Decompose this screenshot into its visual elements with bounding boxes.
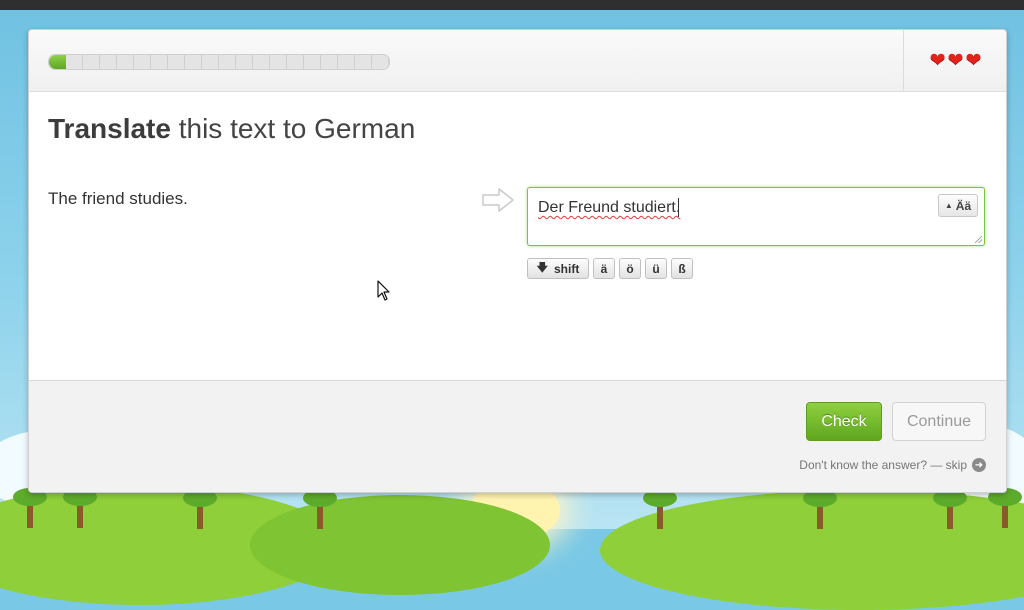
answer-text[interactable]: Der Freund studiert. [538,199,680,217]
special-char-key[interactable]: ö [619,258,641,279]
skip-text[interactable]: Don't know the answer? — skip [799,458,967,472]
lives-indicator: ❤ ❤ ❤ [903,30,1006,91]
progress-fill [49,55,66,69]
lesson-card: ❤ ❤ ❤ Translate this text to German The fr… [28,29,1007,493]
progress-segment [219,55,236,69]
progress-segment [287,55,304,69]
special-char-key[interactable]: ä [593,258,615,279]
progress-segment [185,55,202,69]
text-caret [678,198,679,217]
lesson-progress-bar [48,54,390,70]
lesson-footer: Check Continue Don't know the answer? — … [29,380,1006,492]
progress-segment [66,55,83,69]
progress-segment [83,55,100,69]
lesson-header: ❤ ❤ ❤ [29,30,1006,92]
progress-segment [134,55,151,69]
shift-key[interactable]: 🡇 shift [527,258,589,279]
progress-segment [338,55,355,69]
arrow-down-icon: 🡇 [536,262,548,274]
mouse-pointer-icon [377,280,391,307]
answer-input[interactable]: Der Freund studiert. ▲ Ää [527,187,985,246]
progress-segment [304,55,321,69]
heart-icon: ❤ [929,50,946,71]
shift-key-label: shift [553,261,580,276]
resize-handle[interactable] [975,236,982,243]
skip-arrow-icon[interactable]: ➜ [972,458,986,472]
title-rest: this text to German [170,113,416,144]
case-toggle-label: Ää [955,198,972,213]
title-bold: Translate [48,113,171,144]
case-toggle-button[interactable]: ▲ Ää [938,194,978,217]
progress-segment [202,55,219,69]
heart-icon: ❤ [965,50,982,71]
arrow-right-icon [481,187,515,218]
progress-segment [236,55,253,69]
exercise-title: Translate this text to German [48,113,415,145]
check-button[interactable]: Check [806,402,882,441]
continue-button[interactable]: Continue [892,402,986,441]
progress-segment [270,55,287,69]
skip-link[interactable]: Don't know the answer? — skip ➜ [799,458,986,472]
top-bar [0,0,1024,10]
heart-icon: ❤ [947,50,964,71]
progress-segment [151,55,168,69]
special-char-key[interactable]: ü [645,258,667,279]
caret-up-icon: ▲ [944,201,953,210]
source-sentence: The friend studies. [48,189,188,208]
progress-segment [321,55,338,69]
progress-segment [100,55,117,69]
progress-segment [355,55,372,69]
special-characters-keyboard: 🡇 shift äöüß [527,258,693,279]
progress-segment [372,55,389,69]
progress-segment [168,55,185,69]
progress-segment [117,55,134,69]
special-char-key[interactable]: ß [671,258,693,279]
progress-segment [253,55,270,69]
